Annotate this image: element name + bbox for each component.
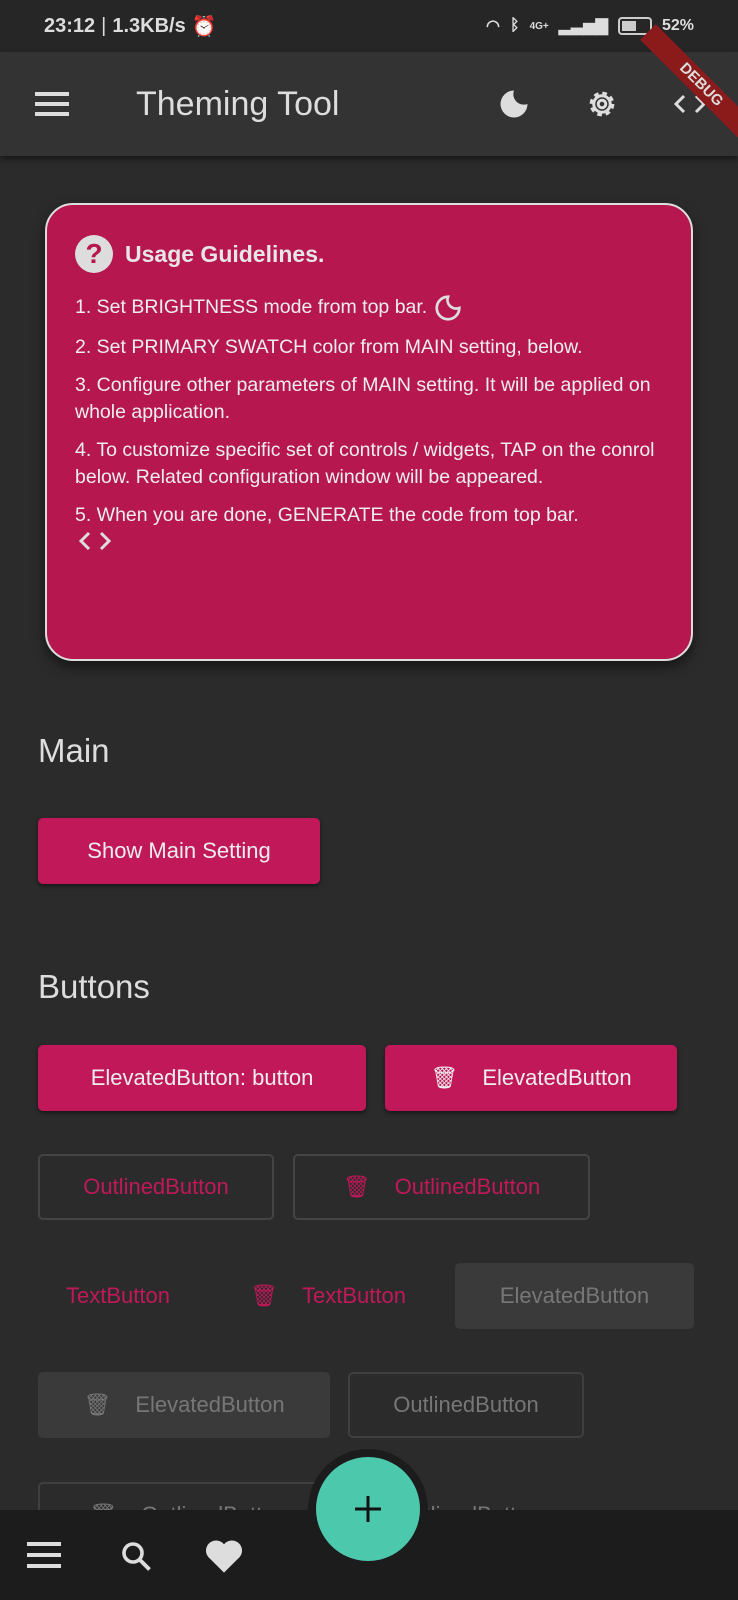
battery-level: 52% <box>661 17 694 34</box>
menu-icon[interactable] <box>26 1540 62 1570</box>
network-speed: 1.3KB/s <box>112 14 186 37</box>
guidelines-title: Usage Guidelines. <box>125 240 325 267</box>
signal-icon: ▂▃▅▇ <box>558 18 608 35</box>
trash-icon: 🗑 <box>83 1392 112 1417</box>
usage-guidelines-card: ? Usage Guidelines. 1. Set BRIGHTNESS mo… <box>45 203 693 661</box>
guideline-item: 2. Set PRIMARY SWATCH color from MAIN se… <box>75 336 583 358</box>
guideline-item: 5. When you are done, GENERATE the code … <box>75 502 663 561</box>
page-title: Theming Tool <box>136 84 340 123</box>
menu-icon[interactable] <box>34 86 70 122</box>
add-fab-button[interactable] <box>316 1457 420 1561</box>
guideline-item: 4. To customize specific set of controls… <box>75 439 655 488</box>
show-main-setting-button[interactable]: Show Main Setting <box>38 818 320 884</box>
elevated-button[interactable]: ElevatedButton: button <box>38 1045 366 1111</box>
buttons-heading: Buttons <box>38 968 150 1005</box>
outlined-icon-button[interactable]: 🗑 OutlinedButton <box>293 1154 590 1220</box>
settings-gear-icon[interactable] <box>582 84 622 124</box>
main-heading: Main <box>38 732 110 769</box>
status-time: 23:12 <box>44 14 96 37</box>
code-icon <box>78 531 112 551</box>
status-bar: 23:12 | 1.3KB/s ⏰ ◠ ᛒ 4G+ ▂▃▅▇ 52% <box>0 0 738 52</box>
wifi-icon: ◠ <box>485 18 500 35</box>
plus-icon <box>355 1496 381 1522</box>
brightness-moon-icon[interactable] <box>494 84 534 124</box>
app-bar: Theming Tool DEBUG <box>0 24 738 156</box>
outlined-button[interactable]: OutlinedButton <box>38 1154 274 1220</box>
moon-icon <box>435 295 461 321</box>
guideline-item: 3. Configure other parameters of MAIN se… <box>75 374 651 423</box>
disabled-outlined-button: OutlinedButton <box>348 1372 584 1438</box>
guideline-item: 1. Set BRIGHTNESS mode from top bar. <box>75 293 663 323</box>
trash-icon: 🗑 <box>250 1283 278 1308</box>
trash-icon: 🗑 <box>430 1065 459 1090</box>
network-type: 4G+ <box>529 20 549 32</box>
search-icon[interactable] <box>116 1536 156 1576</box>
bluetooth-icon: ᛒ <box>509 17 520 34</box>
trash-icon: 🗑 <box>342 1174 371 1199</box>
text-icon-button[interactable]: 🗑 TextButton <box>228 1263 428 1329</box>
disabled-elevated-button: ElevatedButton <box>455 1263 694 1329</box>
elevated-icon-button[interactable]: 🗑 ElevatedButton <box>385 1045 677 1111</box>
disabled-elevated-icon-button: 🗑 ElevatedButton <box>38 1372 330 1438</box>
help-icon: ? <box>75 235 113 273</box>
alarm-icon: ⏰ <box>191 15 217 38</box>
text-button[interactable]: TextButton <box>38 1263 198 1329</box>
heart-icon[interactable] <box>202 1536 246 1576</box>
